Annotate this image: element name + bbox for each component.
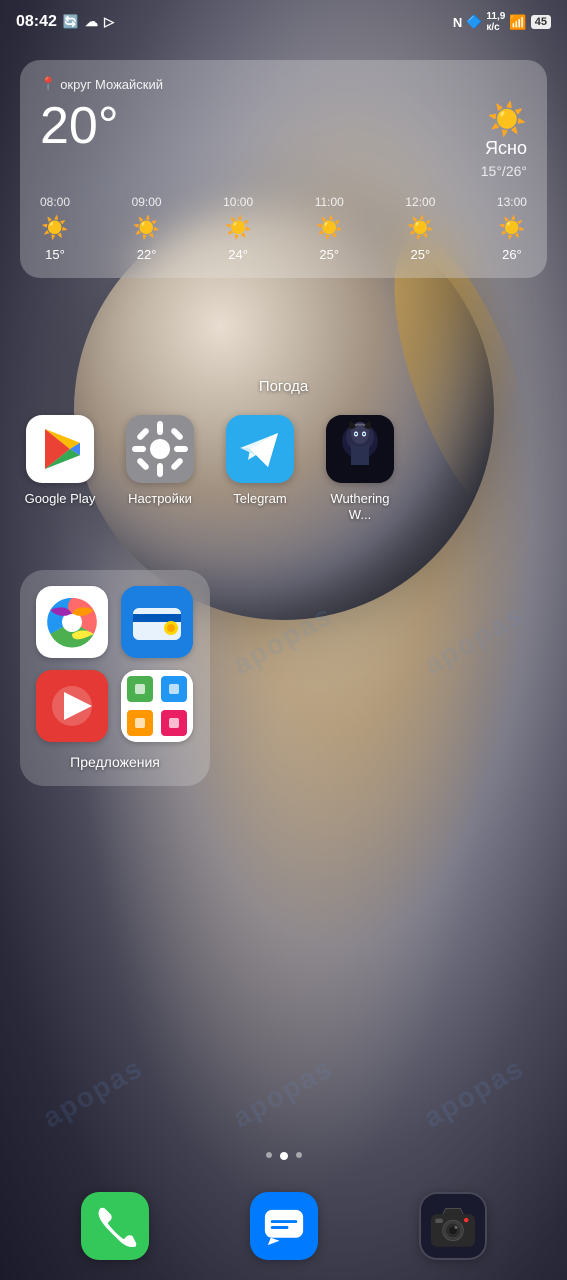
settings-icon[interactable] [126, 415, 194, 483]
bluetooth-icon: 🔷 [466, 14, 482, 30]
weather-sun-icon: ☀️ [487, 101, 527, 137]
app-grid: Google Play [20, 415, 547, 522]
weather-hourly: 08:00 ☀️ 15° 09:00 ☀️ 22° 10:00 ☀️ 24° 1… [40, 195, 527, 262]
sync-icon: 🔄 [63, 14, 79, 30]
folder-app-photos[interactable] [36, 586, 108, 658]
status-bar: 08:42 🔄 ☁ ▷ N 🔷 11,9к/с 📶 45 [0, 0, 567, 44]
home-screen: 08:42 🔄 ☁ ▷ N 🔷 11,9к/с 📶 45 📍 округ Мож… [0, 0, 567, 1280]
hour-icon-3: ☀️ [316, 215, 343, 241]
weather-hour-5: 13:00 ☀️ 26° [497, 195, 527, 262]
status-left: 08:42 🔄 ☁ ▷ [16, 13, 114, 31]
page-dot-2[interactable] [296, 1152, 302, 1158]
dock [30, 1192, 537, 1260]
google-play-icon[interactable] [26, 415, 94, 483]
weather-widget-label: Погода [0, 378, 567, 395]
folder-app-wallet[interactable] [121, 586, 193, 658]
weather-widget[interactable]: 📍 округ Можайский 20° ☀️ Ясно 15°/26° 08… [20, 60, 547, 278]
nfc-icon: N [453, 15, 462, 30]
google-play-label: Google Play [25, 491, 96, 507]
weather-condition-text: Ясно [481, 138, 527, 159]
cloud-icon: ☁ [85, 14, 98, 30]
app-folder[interactable]: Предложения [20, 570, 210, 786]
page-indicators [0, 1152, 567, 1160]
folder-app-video[interactable] [36, 670, 108, 742]
weather-hour-4: 12:00 ☀️ 25° [405, 195, 435, 262]
folder-app-deals[interactable] [121, 670, 193, 742]
hour-icon-2: ☀️ [224, 215, 251, 241]
telegram-icon[interactable] [226, 415, 294, 483]
weather-hour-1: 09:00 ☀️ 22° [132, 195, 162, 262]
telegram-label: Telegram [233, 491, 286, 507]
app-telegram[interactable]: Telegram [220, 415, 300, 522]
weather-condition: ☀️ Ясно 15°/26° [481, 100, 527, 179]
weather-hour-2: 10:00 ☀️ 24° [223, 195, 253, 262]
app-settings[interactable]: Настройки [120, 415, 200, 522]
settings-label: Настройки [128, 491, 192, 507]
app-wuthering[interactable]: Wuthering W... [320, 415, 400, 522]
weather-hour-3: 11:00 ☀️ 25° [315, 195, 344, 262]
battery-indicator: 45 [531, 15, 551, 29]
weather-main: 20° ☀️ Ясно 15°/26° [40, 100, 527, 179]
dock-phone[interactable] [81, 1192, 149, 1260]
app-google-play[interactable]: Google Play [20, 415, 100, 522]
dock-messages[interactable] [250, 1192, 318, 1260]
weather-location: 📍 округ Можайский [40, 76, 527, 92]
hour-icon-4: ☀️ [407, 215, 434, 241]
page-dot-0[interactable] [266, 1152, 272, 1158]
status-time: 08:42 [16, 13, 57, 31]
network-speed: 11,9к/с [486, 11, 505, 33]
hour-icon-0: ☀️ [41, 215, 68, 241]
dock-camera[interactable] [419, 1192, 487, 1260]
weather-temperature: 20° [40, 100, 119, 152]
weather-range: 15°/26° [481, 163, 527, 179]
status-right: N 🔷 11,9к/с 📶 45 [453, 11, 551, 33]
wuthering-label: Wuthering W... [320, 491, 400, 522]
wifi-icon: 📶 [509, 14, 526, 31]
wuthering-icon[interactable] [326, 415, 394, 483]
folder-label: Предложения [36, 754, 194, 770]
hour-icon-1: ☀️ [133, 215, 160, 241]
folder-grid [36, 586, 194, 742]
page-dot-1[interactable] [280, 1152, 288, 1160]
location-icon: 📍 [40, 76, 56, 92]
hour-icon-5: ☀️ [498, 215, 525, 241]
cast-icon: ▷ [104, 14, 114, 30]
weather-hour-0: 08:00 ☀️ 15° [40, 195, 70, 262]
